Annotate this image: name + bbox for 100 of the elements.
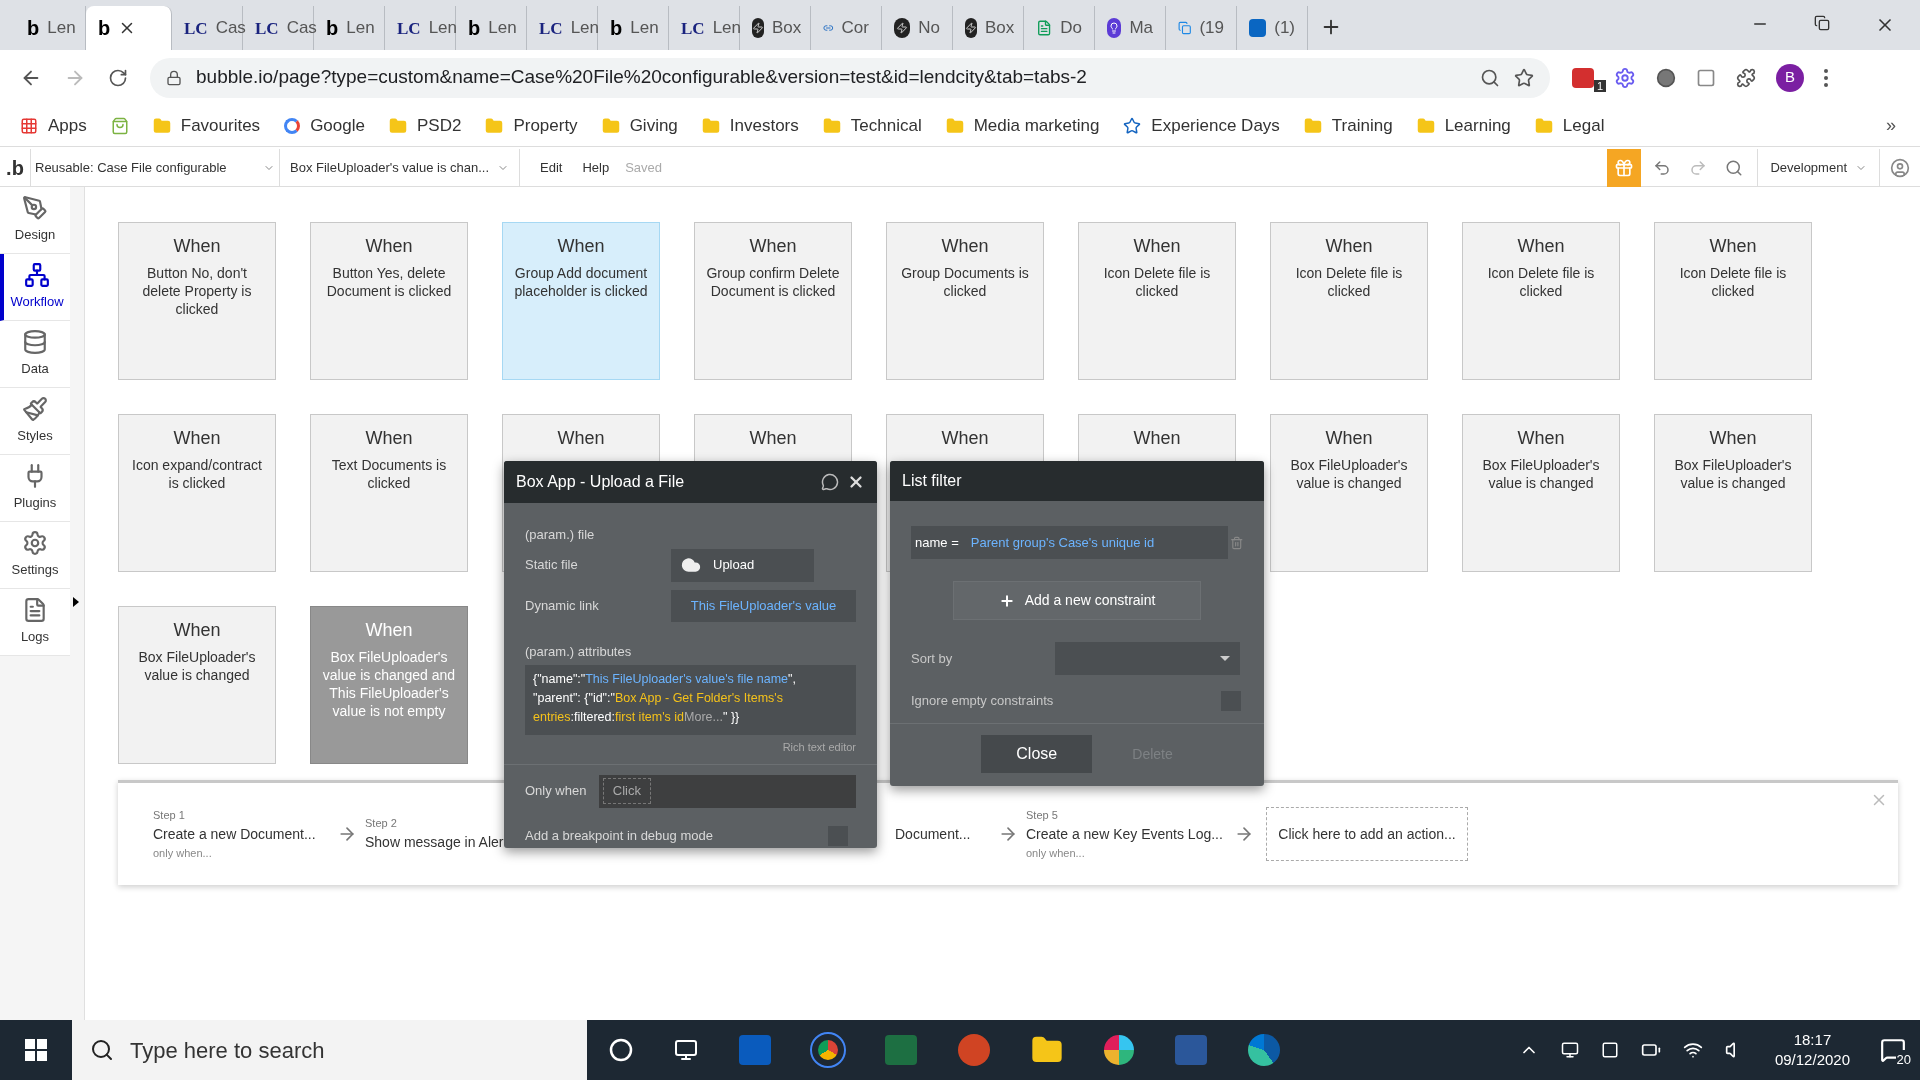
attributes-editor[interactable]: {"name":"This FileUploader's value's file name", "parent": {"id":"Box App - Get Folder's Items's entries:filtered:first item's idMore..." }} <box>525 665 856 735</box>
bookmark-link[interactable]: Training <box>1331 112 1393 139</box>
menu-icon[interactable] <box>1824 68 1828 87</box>
lock-icon <box>166 69 182 86</box>
bookmark-link[interactable]: Media marketing <box>973 112 1100 139</box>
sidebar-tab[interactable]: Settings <box>0 522 70 589</box>
event-card[interactable]: When Box FileUploader's value is changed <box>1462 414 1620 572</box>
workflow-step[interactable]: Document... <box>895 823 990 845</box>
add-action-button[interactable]: Click here to add an action... <box>1266 807 1468 861</box>
menu-item[interactable]: Edit <box>540 157 563 178</box>
sidebar-tab[interactable]: Styles <box>0 388 70 455</box>
event-card[interactable]: When Icon Delete file is clicked <box>1078 222 1236 380</box>
bookmark-link[interactable]: Apps <box>48 112 87 139</box>
event-card[interactable]: When Box FileUploader's value is changed <box>118 606 276 764</box>
task-view-icon[interactable] <box>674 1038 698 1062</box>
bookmark-link[interactable]: Learning <box>1444 112 1511 139</box>
extension-badge: 1 <box>1594 79 1607 92</box>
comment-icon[interactable] <box>821 473 839 491</box>
address-bar[interactable]: bubble.io/page?type=custom&name=Case%20File%20configurable&version=test&id=lendcity&tab=tabs-2 <box>150 57 1550 98</box>
taskbar-search-field[interactable]: Type here to search <box>72 1020 587 1080</box>
event-card[interactable]: When Icon Delete file is clicked <box>1462 222 1620 380</box>
bookmark-link[interactable]: Experience Days <box>1151 112 1280 139</box>
tab-title: Len <box>488 17 517 40</box>
cortana-icon[interactable] <box>609 1038 633 1062</box>
site-favicon: LC <box>255 19 279 37</box>
event-card[interactable]: When Icon Delete file is clicked <box>1654 222 1812 380</box>
user-icon[interactable] <box>1890 157 1910 178</box>
field-label: Ignore empty constraints <box>911 692 1055 711</box>
bookmark-link[interactable]: Giving <box>629 112 678 139</box>
folder-icon <box>1534 116 1553 135</box>
site-favicon: LC <box>397 19 421 37</box>
event-card[interactable]: When Box FileUploader's value is changed <box>1270 414 1428 572</box>
zoom-icon[interactable] <box>1480 67 1500 88</box>
more-bookmarks[interactable]: » <box>1886 112 1920 139</box>
event-card[interactable]: When Group Add document placeholder is clicked <box>502 222 660 380</box>
param-label: (param.) attributes <box>525 642 633 661</box>
undo-icon[interactable] <box>1653 158 1672 177</box>
field-label: Add a breakpoint in debug mode <box>525 826 714 845</box>
browser-tab[interactable]: b <box>86 6 172 50</box>
wifi-icon[interactable] <box>1682 1040 1703 1060</box>
document-icon <box>22 597 48 624</box>
bubble-favicon: b <box>27 18 40 38</box>
event-card[interactable]: When Group Documents is clicked <box>886 222 1044 380</box>
bookmark-link[interactable]: Technical <box>850 112 922 139</box>
bookmark-link[interactable]: PSD2 <box>416 112 462 139</box>
close-icon[interactable] <box>847 473 865 491</box>
menu-item[interactable]: Help <box>582 157 610 178</box>
site-favicon: LC <box>184 19 208 37</box>
close-button[interactable]: Close <box>981 735 1093 773</box>
extension-icon[interactable] <box>1656 67 1676 88</box>
page-selector[interactable]: Reusable: Case File configurable <box>30 149 280 186</box>
bookmark-link[interactable]: Favourites <box>180 112 261 139</box>
bookmark-link[interactable]: Property <box>513 112 578 139</box>
sidebar-tab[interactable]: Workflow <box>0 254 70 321</box>
tab-title: Cas <box>286 17 317 40</box>
expand-arrow-icon[interactable] <box>73 597 79 607</box>
environment-dropdown[interactable]: Development <box>1757 149 1880 186</box>
workflow-step[interactable]: Step 1 Create a new Document... only when... <box>153 807 329 861</box>
add-constraint-button[interactable]: Add a new constraint <box>953 581 1201 620</box>
bookmark-link[interactable]: Google <box>310 112 365 139</box>
sidebar-tab[interactable]: Logs <box>0 589 70 656</box>
bubble-favicon: b <box>468 18 481 38</box>
upload-button[interactable]: Upload <box>671 548 814 582</box>
sidebar-tab[interactable]: Data <box>0 321 70 388</box>
tab-title: Do <box>1060 17 1082 40</box>
clock[interactable]: 18:17 09/12/2020 <box>1766 1030 1858 1070</box>
workflow-step[interactable]: Step 5 Create a new Key Events Log... only when... <box>1026 807 1226 861</box>
restore-icon[interactable] <box>1814 15 1830 31</box>
event-card[interactable]: When Button Yes, delete Document is clicked <box>310 222 468 380</box>
condition-field[interactable]: Click <box>598 774 856 808</box>
search-icon[interactable] <box>1725 158 1744 177</box>
reload-icon[interactable] <box>108 67 128 88</box>
event-card[interactable]: When Button No, don't delete Property is clicked <box>118 222 276 380</box>
bookmark-link[interactable]: Investors <box>729 112 799 139</box>
tab-title: (19 <box>1199 17 1224 40</box>
extension-icon[interactable] <box>1572 67 1594 88</box>
extensions-icon[interactable] <box>1736 67 1756 88</box>
profile-avatar[interactable]: B <box>1776 63 1804 92</box>
field-label: Sort by <box>911 649 954 668</box>
event-card[interactable]: When Group confirm Delete Document is clicked <box>694 222 852 380</box>
tab-title: Box <box>985 17 1015 40</box>
sidebar-tab[interactable]: Plugins <box>0 455 70 522</box>
constraint-field[interactable]: name = Parent group's Case's unique id <box>911 526 1228 559</box>
extension-icon[interactable] <box>1696 67 1716 88</box>
apps-icon <box>20 116 38 135</box>
sidebar-tab[interactable]: Design <box>0 187 70 254</box>
field-label: Only when <box>525 782 588 801</box>
bookmark-star-icon[interactable] <box>1514 67 1534 88</box>
folder-icon <box>485 116 504 135</box>
bubble-logo[interactable]: .b <box>0 152 30 183</box>
database-icon <box>22 329 48 356</box>
dynamic-link-field[interactable]: This FileUploader's value <box>671 589 856 622</box>
bookmark-link[interactable]: Legal <box>1562 112 1605 139</box>
event-card[interactable]: When Icon expand/contract is clicked <box>118 414 276 572</box>
event-card[interactable]: When Icon Delete file is clicked <box>1270 222 1428 380</box>
event-card[interactable]: When Text Documents is clicked <box>310 414 468 572</box>
event-selector[interactable]: Box FileUploader's value is chan... <box>280 149 520 186</box>
device-icon[interactable] <box>1560 1041 1579 1059</box>
event-card[interactable]: When Box FileUploader's value is changed <box>1654 414 1812 572</box>
search-icon <box>90 1038 114 1062</box>
